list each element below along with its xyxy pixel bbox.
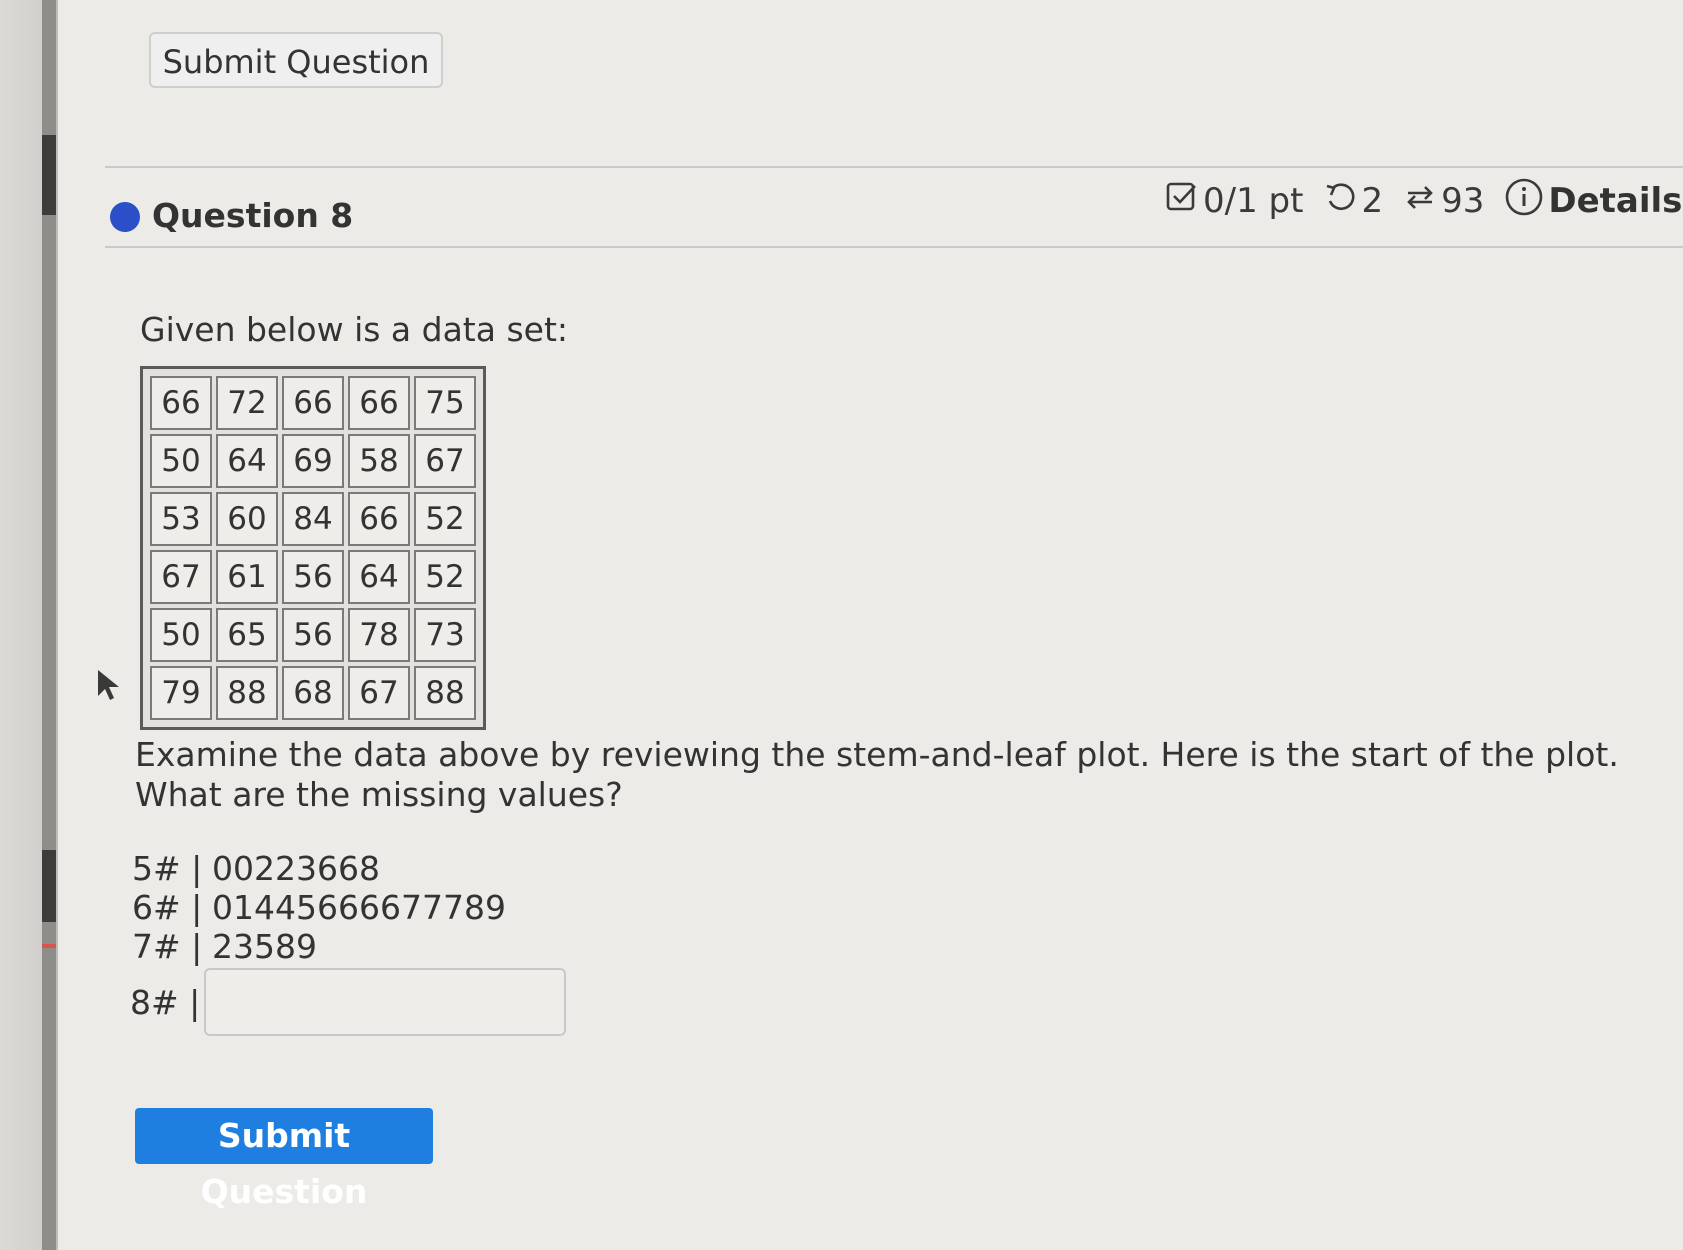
table-row: 79 88 68 67 88	[150, 666, 476, 720]
submit-question-button[interactable]: Submit Question	[135, 1108, 433, 1211]
intro-text: Given below is a data set:	[140, 310, 569, 349]
table-cell: 88	[216, 666, 278, 720]
checkbox-icon	[1165, 180, 1203, 223]
divider	[105, 246, 1683, 248]
table-cell: 64	[348, 550, 410, 604]
table-cell: 68	[282, 666, 344, 720]
answer-row: 8# |	[130, 966, 566, 1038]
retries: 2	[1323, 180, 1383, 223]
top-submit-button[interactable]: Submit Question	[149, 32, 443, 88]
table-cell: 66	[348, 376, 410, 430]
table-cell: 72	[216, 376, 278, 430]
details-label: Details	[1548, 181, 1683, 221]
table-row: 50 65 56 78 73	[150, 608, 476, 662]
retry-icon	[1323, 180, 1361, 223]
stem-label: 6# |	[132, 888, 203, 927]
table-cell: 78	[348, 608, 410, 662]
sidebar-block	[42, 135, 56, 215]
table-cell: 67	[348, 666, 410, 720]
table-row: 53 60 84 66 52	[150, 492, 476, 546]
stem-row: 5# | 00223668	[132, 849, 506, 888]
table-cell: 79	[150, 666, 212, 720]
stem-label: 5# |	[132, 849, 203, 888]
stem-label: 7# |	[132, 927, 203, 966]
sidebar-marker	[42, 944, 56, 948]
table-cell: 50	[150, 608, 212, 662]
question-title: Question 8	[152, 196, 354, 235]
table-cell: 53	[150, 492, 212, 546]
table-cell: 73	[414, 608, 476, 662]
table-cell: 58	[348, 434, 410, 488]
stem-and-leaf-plot: 5# | 00223668 6# | 01445666677789 7# | 2358…	[132, 849, 506, 966]
table-cell: 69	[282, 434, 344, 488]
table-cell: 52	[414, 492, 476, 546]
table-cell: 67	[150, 550, 212, 604]
table-cell: 56	[282, 550, 344, 604]
attempts: 93	[1403, 180, 1484, 223]
table-row: 50 64 69 58 67	[150, 434, 476, 488]
question-status-dot	[110, 202, 140, 232]
leaves: 01445666677789	[212, 888, 506, 927]
sidebar-strip	[42, 0, 56, 1250]
table-row: 66 72 66 66 75	[150, 376, 476, 430]
table-cell: 60	[216, 492, 278, 546]
table-cell: 75	[414, 376, 476, 430]
answer-input[interactable]	[204, 968, 566, 1036]
leaves: 23589	[212, 927, 317, 966]
details-link[interactable]: Details	[1504, 177, 1682, 226]
table-row: 67 61 56 64 52	[150, 550, 476, 604]
attempts-icon	[1403, 180, 1441, 223]
table-cell: 61	[216, 550, 278, 604]
score: 0/1 pt	[1165, 180, 1303, 223]
table-cell: 66	[282, 376, 344, 430]
cursor-icon	[96, 668, 122, 706]
question-prompt: Examine the data above by reviewing the …	[135, 735, 1619, 814]
sidebar-block	[42, 850, 56, 922]
table-cell: 67	[414, 434, 476, 488]
data-set-table: 66 72 66 66 75 50 64 69 58 67 53 60 84 6…	[140, 366, 486, 730]
table-cell: 66	[150, 376, 212, 430]
table-cell: 56	[282, 608, 344, 662]
attempts-count: 93	[1441, 181, 1485, 221]
retries-count: 2	[1361, 181, 1384, 221]
table-cell: 50	[150, 434, 212, 488]
table-cell: 65	[216, 608, 278, 662]
table-cell: 84	[282, 492, 344, 546]
stem-label: 8# |	[130, 982, 201, 1022]
divider	[105, 166, 1683, 168]
table-cell: 64	[216, 434, 278, 488]
stem-row: 7# | 23589	[132, 927, 506, 966]
left-sidebar	[0, 0, 58, 1250]
leaves: 00223668	[212, 849, 380, 888]
stem-row: 6# | 01445666677789	[132, 888, 506, 927]
question-meta: 0/1 pt 2 93 Details	[1165, 178, 1683, 224]
table-cell: 52	[414, 550, 476, 604]
score-text: 0/1 pt	[1203, 181, 1304, 221]
table-cell: 88	[414, 666, 476, 720]
info-icon	[1504, 177, 1548, 226]
table-cell: 66	[348, 492, 410, 546]
